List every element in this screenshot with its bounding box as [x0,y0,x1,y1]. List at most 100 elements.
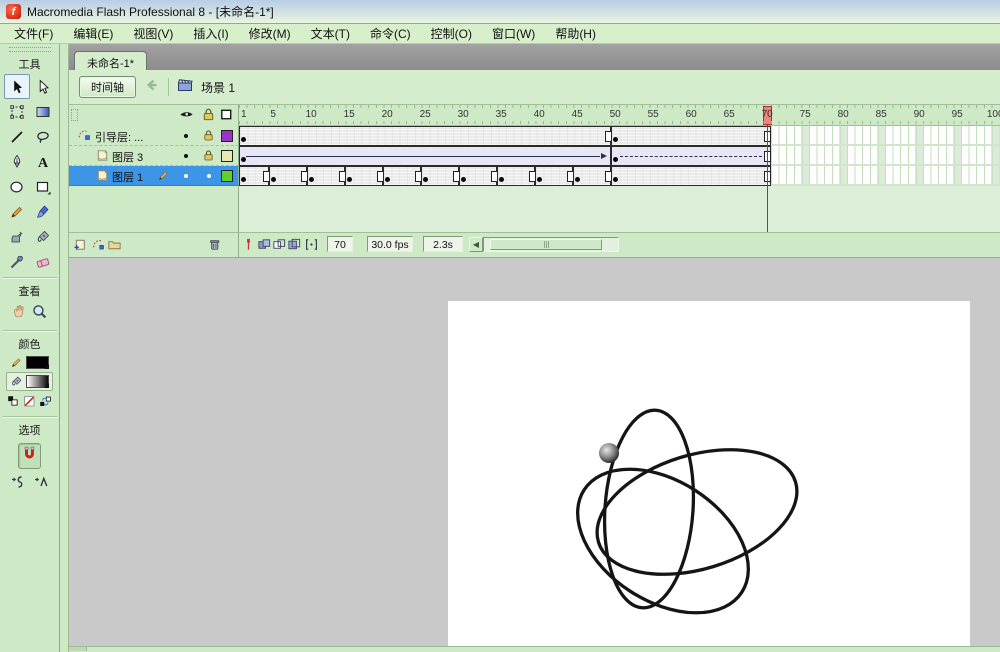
timeline-scrollbar-thumb[interactable] [490,239,602,250]
layer-name[interactable]: 图层 1 [112,169,143,185]
modify-onion-markers-button[interactable] [304,237,319,257]
keyframe-dot[interactable] [346,177,352,182]
edit-multiple-frames-button[interactable] [287,237,302,257]
layer-row-图层 3[interactable]: 图层 3 [69,146,239,166]
back-icon[interactable] [144,77,160,98]
timeline-scroll-left-button[interactable]: ◀ [469,237,483,252]
keyframe-dot[interactable] [460,177,466,182]
keyframe-dot[interactable] [240,137,246,142]
keyframe-dot[interactable] [612,157,618,162]
timeline-toggle-button[interactable]: 时间轴 [79,76,136,98]
keyframe-dot[interactable] [270,177,276,182]
text-tool[interactable]: A [30,149,56,174]
layer-outline-color-swatch[interactable] [221,170,233,182]
layer-name[interactable]: 引导层: ... [95,129,143,145]
show-hide-all-layers-icon[interactable] [179,107,194,127]
hand-tool[interactable] [11,303,28,325]
menu-item-1[interactable]: 编辑(E) [63,24,123,43]
brush-tool[interactable] [30,199,56,224]
keyframe-dot[interactable] [498,177,504,182]
frame-span[interactable] [611,166,771,186]
keyframe-dot[interactable] [384,177,390,182]
center-frame-button[interactable] [241,237,256,257]
gradient-transform-tool[interactable] [30,99,56,124]
lock-all-layers-icon[interactable] [201,107,216,127]
no-color-button[interactable] [23,395,36,413]
layer-visibility-dot[interactable] [184,134,188,138]
pen-tool[interactable] [4,149,30,174]
layer-outline-color-swatch[interactable] [221,130,233,142]
menu-item-2[interactable]: 视图(V) [123,24,183,43]
layer-name[interactable]: 图层 3 [112,149,143,165]
stage-scroll-button[interactable] [69,647,87,651]
keyframe-dot[interactable] [308,177,314,182]
timeline-ruler[interactable]: 1 5 10 15 20 25 30 35 40 45 50 55 60 65 70 75 80 85 90 95 10… [239,105,1000,126]
straighten-button[interactable] [33,474,49,495]
frame-span[interactable] [239,126,612,146]
eyedropper-tool[interactable] [4,249,30,274]
swap-colors-button[interactable] [39,395,52,413]
menu-item-0[interactable]: 文件(F) [4,24,63,43]
free-transform-tool[interactable] [4,99,30,124]
keyframe-dot[interactable] [240,177,246,182]
menu-item-7[interactable]: 控制(O) [421,24,482,43]
oval-tool[interactable] [4,174,30,199]
frames-row-3[interactable] [239,166,1000,186]
menu-item-9[interactable]: 帮助(H) [545,24,606,43]
insert-layer-button[interactable] [73,237,88,257]
keyframe-dot[interactable] [536,177,542,182]
fill-color-swatch[interactable] [26,375,49,388]
rectangle-tool[interactable] [30,174,56,199]
frame-span[interactable] [239,146,612,166]
panel-grip[interactable] [71,109,78,121]
lasso-tool[interactable] [30,124,56,149]
menu-item-3[interactable]: 插入(I) [183,24,238,43]
selection-tool[interactable] [3,74,30,99]
snap-to-objects-toggle[interactable] [18,443,41,469]
menu-item-5[interactable]: 文本(T) [301,24,360,43]
smooth-button[interactable] [10,474,26,495]
pencil-tool[interactable] [4,199,30,224]
scene-label[interactable]: 场景 1 [201,79,235,96]
document-tab[interactable]: 未命名-1* [74,51,148,70]
keyframe-dot[interactable] [422,177,428,182]
playhead-line[interactable] [766,124,768,232]
layer-visibility-dot[interactable] [184,154,188,158]
toolbox-grip[interactable] [8,47,51,52]
layer-row-引导层: ...[interactable]: 引导层: ... [69,126,239,146]
layer-row-图层 1[interactable]: 图层 1 [69,166,239,186]
onion-skin-button[interactable] [257,237,272,257]
onion-skin-outlines-button[interactable] [272,237,287,257]
delete-layer-button[interactable] [207,237,222,257]
zoom-tool[interactable] [31,303,48,325]
paint-bucket-tool[interactable] [30,224,56,249]
menu-item-4[interactable]: 修改(M) [239,24,301,43]
line-tool[interactable] [4,124,30,149]
layer-visibility-dot[interactable] [184,174,188,178]
show-all-layers-as-outlines-icon[interactable] [219,107,234,127]
ink-bottle-tool[interactable] [4,224,30,249]
layer-outline-color-swatch[interactable] [221,150,233,162]
keyframe-dot[interactable] [612,137,618,142]
menu-item-8[interactable]: 窗口(W) [482,24,545,43]
layer-lock-dot[interactable] [207,174,211,178]
eraser-tool[interactable] [30,249,56,274]
menu-item-6[interactable]: 命令(C) [360,24,421,43]
frame-span[interactable] [611,146,771,166]
keyframe-dot[interactable] [612,177,618,182]
default-colors-button[interactable] [7,395,20,413]
keyframe-dot[interactable] [240,157,246,162]
add-motion-guide-button[interactable] [90,237,105,257]
stage-horizontal-scrollbar[interactable] [69,646,1000,652]
frames-row-2[interactable] [239,146,1000,166]
stage-canvas[interactable] [448,301,970,650]
frame-span[interactable] [611,126,771,146]
timeline-scrollbar[interactable] [483,237,619,252]
subselection-tool[interactable] [30,74,56,99]
stroke-color-swatch[interactable] [26,356,49,369]
frames-row-1[interactable] [239,126,1000,146]
elapsed-time-field[interactable]: 2.3s [423,236,463,252]
keyframe-dot[interactable] [574,177,580,182]
current-frame-field[interactable]: 70 [327,236,353,252]
frame-rate-field[interactable]: 30.0 fps [367,236,413,252]
